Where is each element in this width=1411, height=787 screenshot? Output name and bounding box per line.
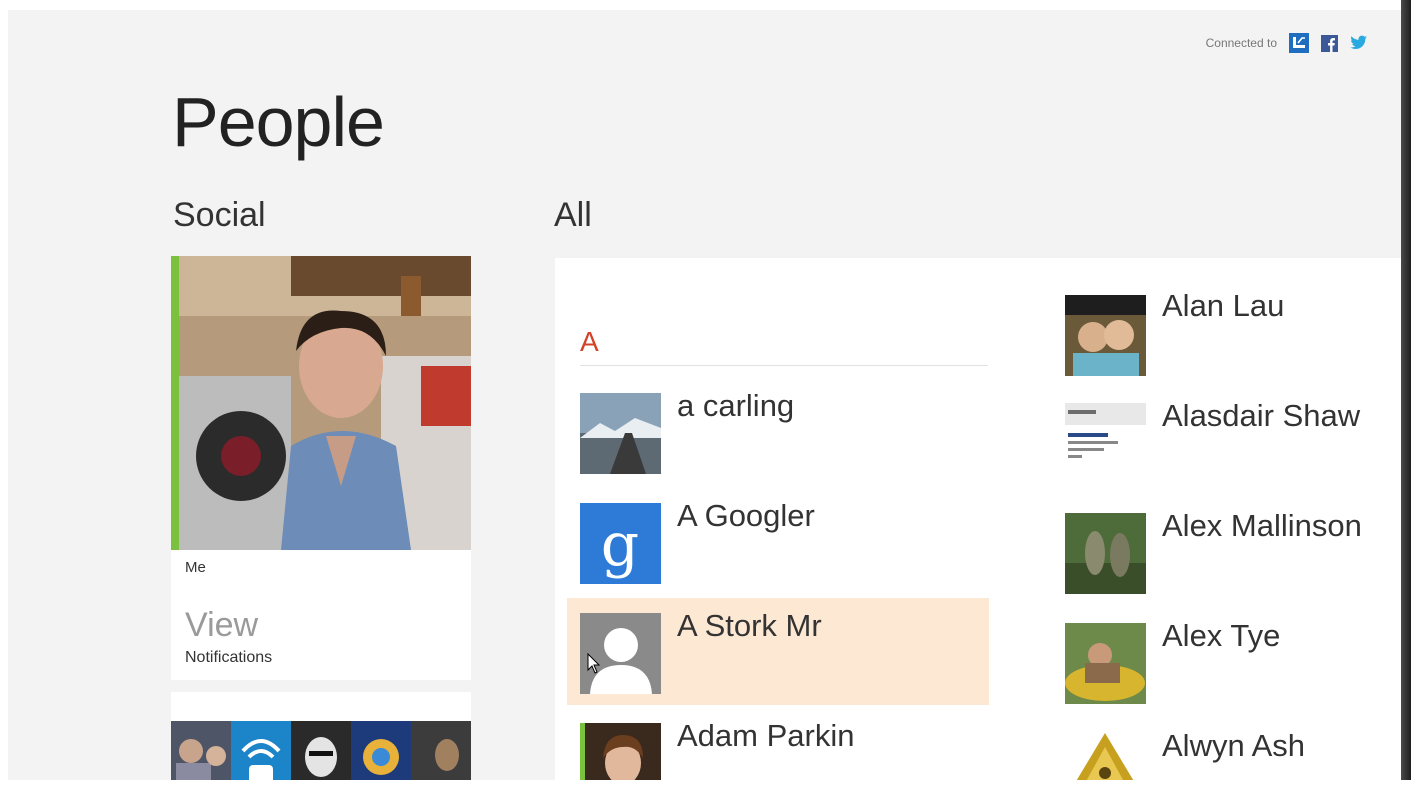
contact-name: Alex Mallinson <box>1162 508 1362 543</box>
contact-alwyn-ash[interactable]: Alwyn Ash <box>1055 718 1401 780</box>
contact-avatar <box>1065 733 1146 780</box>
page-title: People <box>172 83 385 161</box>
social-thumbnails <box>171 721 471 780</box>
facebook-icon[interactable] <box>1319 33 1339 53</box>
contact-alex-mallinson[interactable]: Alex Mallinson <box>1055 498 1401 605</box>
contact-name: Alasdair Shaw <box>1162 398 1361 433</box>
people-app-window: Connected to People Social All Me View N… <box>8 10 1401 780</box>
google-icon: g <box>580 503 661 584</box>
me-accent-bar <box>171 256 179 550</box>
contact-name: Alwyn Ash <box>1162 728 1306 763</box>
connected-label: Connected to <box>1205 36 1277 50</box>
me-label: Me <box>185 559 206 576</box>
contact-avatar <box>585 723 661 780</box>
view-notifications-link[interactable]: View <box>185 606 258 645</box>
contact-name: Alan Lau <box>1162 288 1285 323</box>
all-contacts-panel: A a carling g A Googler A Stork Mr Adam … <box>555 258 1401 780</box>
thumbnail <box>231 721 291 780</box>
me-tile[interactable]: Me View Notifications <box>171 256 471 680</box>
contact-name: Alex Tye <box>1162 618 1281 653</box>
contact-avatar <box>1065 403 1146 484</box>
contact-avatar <box>580 393 661 474</box>
contact-avatar <box>1065 513 1146 594</box>
contact-name: A Stork Mr <box>677 608 822 643</box>
contact-name: A Googler <box>677 498 815 533</box>
thumbnail <box>351 721 411 780</box>
svg-text:g: g <box>601 510 639 580</box>
me-photo <box>171 256 471 550</box>
social-section-title[interactable]: Social <box>173 196 266 235</box>
twitter-icon[interactable] <box>1349 33 1369 53</box>
thumbnail <box>171 721 231 780</box>
window-edge <box>1401 0 1411 787</box>
contact-name: Adam Parkin <box>677 718 855 753</box>
social-feed-tile[interactable] <box>171 692 471 780</box>
notifications-label: Notifications <box>185 649 273 666</box>
all-section-title[interactable]: All <box>554 196 592 235</box>
contact-alex-tye[interactable]: Alex Tye <box>1055 608 1401 715</box>
contact-adam-parkin[interactable]: Adam Parkin <box>567 708 989 780</box>
contact-avatar <box>1065 623 1146 704</box>
contact-a-stork-mr[interactable]: A Stork Mr <box>567 598 989 705</box>
contact-avatar <box>1065 295 1146 376</box>
window-bottom-edge <box>0 780 1411 787</box>
contact-alasdair-shaw[interactable]: Alasdair Shaw <box>1055 388 1401 495</box>
contact-a-googler[interactable]: g A Googler <box>567 488 989 595</box>
contact-name: a carling <box>677 388 795 423</box>
thumbnail <box>411 721 471 780</box>
contact-alan-lau[interactable]: Alan Lau <box>1055 278 1401 385</box>
divider <box>580 365 988 366</box>
letter-group-header[interactable]: A <box>580 326 599 358</box>
contact-a-carling[interactable]: a carling <box>567 378 989 485</box>
windows-live-icon[interactable] <box>1289 33 1309 53</box>
thumbnail <box>291 721 351 780</box>
connected-services: Connected to <box>1206 33 1369 53</box>
mouse-cursor-icon <box>587 653 601 674</box>
